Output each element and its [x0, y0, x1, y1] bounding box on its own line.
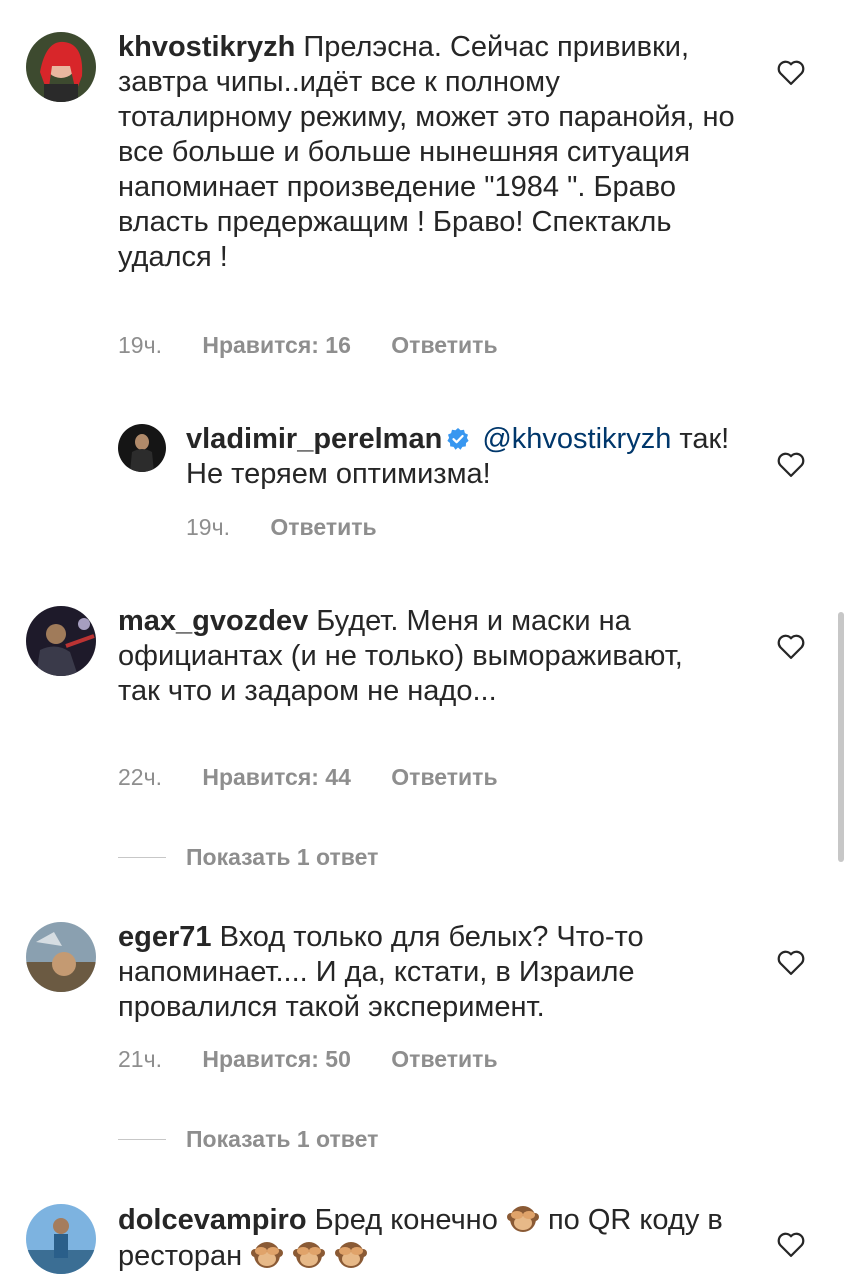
mention-link[interactable]: @khvostikryzh [482, 423, 671, 455]
reply-button[interactable]: Ответить [270, 514, 376, 540]
see-no-evil-monkey-icon [250, 1238, 284, 1270]
username[interactable]: khvostikryzh [118, 31, 295, 63]
timestamp: 22ч. [118, 764, 162, 790]
verified-badge-icon [446, 427, 470, 451]
show-replies-label: Показать 1 ответ [186, 844, 379, 870]
heart-icon[interactable] [776, 948, 806, 976]
username[interactable]: eger71 [118, 921, 212, 953]
avatar[interactable] [118, 424, 166, 472]
likes-count[interactable]: Нравится: 44 [202, 764, 351, 790]
username[interactable]: vladimir_perelman [186, 423, 442, 455]
avatar[interactable] [26, 1204, 96, 1274]
see-no-evil-monkey-icon [292, 1238, 326, 1270]
avatar[interactable] [26, 606, 96, 676]
comment-text: vladimir_perelman @khvostikryzh так! Не … [186, 422, 746, 492]
likes-count[interactable]: Нравится: 16 [202, 332, 351, 358]
comment-body-part1: Бред конечно [314, 1204, 498, 1236]
reply-button[interactable]: Ответить [391, 764, 497, 790]
divider [118, 1139, 166, 1140]
see-no-evil-monkey-icon [506, 1202, 540, 1234]
comment-text: eger71 Вход только для белых? Что-то нап… [118, 920, 718, 1025]
comment-meta: 22ч. Нравится: 44 Ответить [118, 764, 532, 791]
comment-meta: 21ч. Нравится: 50 Ответить [118, 1046, 532, 1073]
comment-text: khvostikryzh Прелэсна. Сейчас прививки, … [118, 30, 738, 275]
comment-meta: 19ч. Ответить [186, 514, 411, 541]
comment-meta: 19ч. Нравится: 16 Ответить [118, 332, 532, 359]
show-replies-button[interactable]: Показать 1 ответ [118, 1126, 378, 1153]
timestamp: 19ч. [118, 332, 162, 358]
heart-icon[interactable] [776, 1230, 806, 1258]
see-no-evil-monkey-icon [334, 1238, 368, 1270]
show-replies-button[interactable]: Показать 1 ответ [118, 844, 378, 871]
reply-button[interactable]: Ответить [391, 1046, 497, 1072]
reply-button[interactable]: Ответить [391, 332, 497, 358]
divider [118, 857, 166, 858]
username[interactable]: max_gvozdev [118, 605, 308, 637]
comment-text: dolcevampiro Бред конечно по QR коду в р… [118, 1202, 738, 1274]
avatar[interactable] [26, 32, 96, 102]
comment-text: max_gvozdev Будет. Меня и маски на офици… [118, 604, 718, 709]
scrollbar[interactable] [838, 612, 844, 862]
show-replies-label: Показать 1 ответ [186, 1126, 379, 1152]
heart-icon[interactable] [776, 632, 806, 660]
avatar[interactable] [26, 922, 96, 992]
likes-count[interactable]: Нравится: 50 [202, 1046, 351, 1072]
username[interactable]: dolcevampiro [118, 1204, 307, 1236]
comment-body: Прелэсна. Сейчас прививки, завтра чипы..… [118, 31, 735, 273]
heart-icon[interactable] [776, 58, 806, 86]
timestamp: 21ч. [118, 1046, 162, 1072]
heart-icon[interactable] [776, 450, 806, 478]
timestamp: 19ч. [186, 514, 230, 540]
